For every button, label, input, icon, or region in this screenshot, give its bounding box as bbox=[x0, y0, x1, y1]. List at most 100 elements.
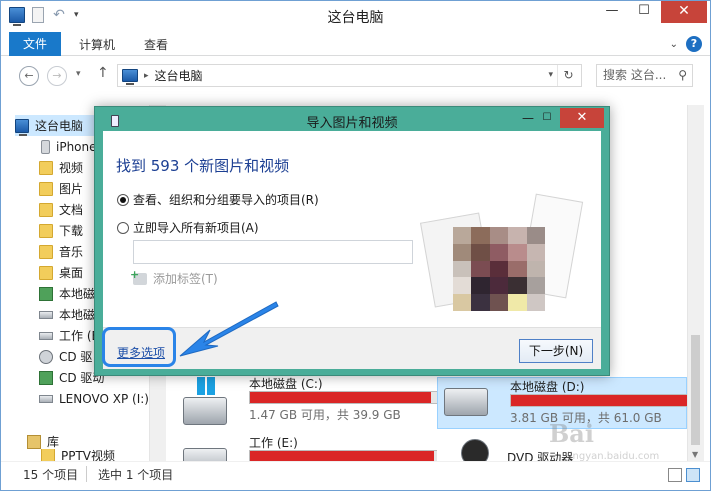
watermark-url: jingyan.baidu.com bbox=[567, 451, 660, 462]
drive-icon bbox=[39, 286, 53, 301]
back-button[interactable]: ← bbox=[19, 66, 39, 86]
search-placeholder: 搜索 这台... bbox=[603, 68, 667, 82]
drive-icon bbox=[39, 331, 53, 340]
import-all-radio[interactable]: 立即导入所有新项目(A) bbox=[117, 219, 259, 236]
view-switcher bbox=[668, 468, 700, 482]
maximize-button[interactable]: ☐ bbox=[629, 1, 659, 23]
drive-name: 本地磁盘 (C:) bbox=[249, 377, 323, 391]
up-button[interactable]: ↑ bbox=[97, 65, 109, 81]
tab-view[interactable]: 查看 bbox=[134, 34, 178, 56]
breadcrumb-this-pc[interactable]: 这台电脑 bbox=[155, 67, 203, 84]
nav-item-desktop[interactable]: 桌面 bbox=[39, 262, 83, 283]
tab-computer[interactable]: 计算机 bbox=[69, 34, 125, 56]
address-bar[interactable]: ▸ 这台电脑 ▾ ↻ bbox=[117, 64, 582, 87]
status-divider bbox=[86, 466, 87, 482]
drive-usage-fill bbox=[250, 392, 432, 403]
review-items-radio[interactable]: 查看、组织和分组要导入的项目(R) bbox=[117, 191, 319, 208]
nav-item-iphone[interactable]: iPhone bbox=[41, 136, 97, 157]
pointer-arrow-icon bbox=[179, 301, 279, 357]
ribbon-controls: ⌄ ? bbox=[670, 36, 702, 52]
address-row: ← → ▾ ↑ ▸ 这台电脑 ▾ ↻ 搜索 这台... ⚲ bbox=[1, 57, 710, 93]
nav-item-music[interactable]: 音乐 bbox=[39, 241, 83, 262]
disc-icon bbox=[39, 370, 53, 385]
search-input[interactable]: 搜索 这台... ⚲ bbox=[596, 64, 693, 87]
found-count-heading: 找到 593 个新图片和视频 bbox=[116, 157, 290, 175]
nav-item-local-disk-d[interactable]: 本地磁 bbox=[39, 304, 95, 325]
add-tag-label: 添加标签(T) bbox=[153, 272, 218, 286]
drive-info: 1.47 GB 可用，共 39.9 GB bbox=[249, 408, 401, 422]
add-tag-link[interactable]: 添加标签(T) bbox=[130, 268, 218, 287]
drive-icon bbox=[39, 394, 53, 403]
drive-usage-fill bbox=[511, 395, 688, 406]
pc-icon bbox=[15, 118, 29, 136]
search-icon[interactable]: ⚲ bbox=[678, 65, 687, 86]
nav-item-work-e[interactable]: 工作 (E bbox=[39, 325, 99, 346]
preview-thumbnails bbox=[419, 193, 584, 317]
dialog-close-button[interactable]: ✕ bbox=[560, 108, 604, 128]
close-button[interactable]: ✕ bbox=[661, 1, 707, 23]
drive-name: DVD 驱动器 bbox=[507, 451, 574, 461]
drive-name: 工作 (E:) bbox=[249, 436, 298, 450]
folder-icon bbox=[39, 160, 53, 175]
dialog-maximize-button[interactable]: ☐ bbox=[537, 109, 557, 129]
folder-icon bbox=[41, 449, 55, 461]
forward-button[interactable]: → bbox=[47, 66, 67, 86]
drive-usage-bar bbox=[510, 394, 700, 407]
tab-file[interactable]: 文件 bbox=[9, 32, 61, 56]
hard-drive-icon bbox=[183, 397, 227, 425]
help-icon[interactable]: ? bbox=[686, 36, 702, 52]
recent-locations-icon[interactable]: ▾ bbox=[76, 69, 81, 79]
hard-drive-icon bbox=[444, 388, 488, 416]
add-tag-icon bbox=[130, 268, 147, 285]
highlight-ring bbox=[102, 327, 176, 367]
folder-icon bbox=[39, 244, 53, 259]
library-icon bbox=[27, 434, 41, 449]
nav-item-pictures[interactable]: 图片 bbox=[39, 178, 83, 199]
nav-item-pptv[interactable]: PPTV视频 bbox=[41, 449, 115, 461]
nav-item-downloads[interactable]: 下载 bbox=[39, 220, 83, 241]
status-bar: 15 个项目 选中 1 个项目 bbox=[1, 461, 710, 491]
drive-icon bbox=[39, 310, 53, 319]
radio-selected-icon[interactable] bbox=[117, 193, 129, 206]
drive-name: 本地磁盘 (D:) bbox=[510, 380, 585, 394]
disc-icon bbox=[39, 349, 53, 364]
phone-icon bbox=[41, 139, 50, 154]
folder-icon bbox=[39, 202, 53, 217]
hard-drive-icon bbox=[183, 448, 227, 461]
pixelated-preview-image bbox=[453, 227, 545, 311]
folder-icon bbox=[39, 223, 53, 238]
nav-item-local-disk-c[interactable]: 本地磁 bbox=[39, 283, 95, 304]
radio-label: 查看、组织和分组要导入的项目(R) bbox=[133, 193, 319, 207]
next-button[interactable]: 下一步(N) bbox=[519, 339, 593, 363]
group-name-input[interactable] bbox=[133, 240, 413, 264]
watermark-logo: Bai bbox=[549, 419, 594, 448]
item-count: 15 个项目 bbox=[23, 468, 79, 482]
minimize-button[interactable]: — bbox=[597, 1, 627, 23]
address-dropdown-icon[interactable]: ▾ bbox=[548, 70, 553, 80]
radio-label: 立即导入所有新项目(A) bbox=[133, 221, 259, 235]
nav-item-lenovo-xp[interactable]: LENOVO XP (I:) bbox=[39, 388, 149, 409]
title-bar: ↶ ▾ 这台电脑 — ☐ ✕ bbox=[1, 1, 710, 31]
drive-tile-e[interactable]: 工作 (E:) bbox=[177, 434, 437, 461]
scroll-thumb[interactable] bbox=[691, 335, 700, 445]
folder-icon bbox=[39, 181, 53, 196]
drive-usage-fill bbox=[250, 451, 435, 461]
dvd-icon bbox=[461, 439, 489, 461]
content-scrollbar[interactable]: ▼ bbox=[687, 105, 704, 461]
scroll-down-icon[interactable]: ▼ bbox=[692, 450, 698, 459]
refresh-icon[interactable]: ↻ bbox=[557, 65, 579, 86]
expand-ribbon-icon[interactable]: ⌄ bbox=[670, 39, 678, 50]
breadcrumb-separator-icon[interactable]: ▸ bbox=[144, 71, 149, 81]
ribbon: 文件 计算机 查看 ⌄ ? bbox=[1, 31, 710, 56]
drive-tile-c[interactable]: 本地磁盘 (C:) 1.47 GB 可用，共 39.9 GB bbox=[177, 375, 439, 427]
drive-usage-bar bbox=[249, 391, 439, 404]
tiles-view-icon[interactable] bbox=[686, 468, 700, 482]
nav-item-cd-drive-1[interactable]: CD 驱 bbox=[39, 346, 92, 367]
radio-unselected-icon[interactable] bbox=[117, 221, 129, 234]
selected-count: 选中 1 个项目 bbox=[98, 468, 174, 482]
nav-item-documents[interactable]: 文档 bbox=[39, 199, 83, 220]
windows-logo-icon bbox=[197, 377, 215, 395]
nav-item-videos[interactable]: 视频 bbox=[39, 157, 83, 178]
details-view-icon[interactable] bbox=[668, 468, 682, 482]
folder-icon bbox=[39, 265, 53, 280]
